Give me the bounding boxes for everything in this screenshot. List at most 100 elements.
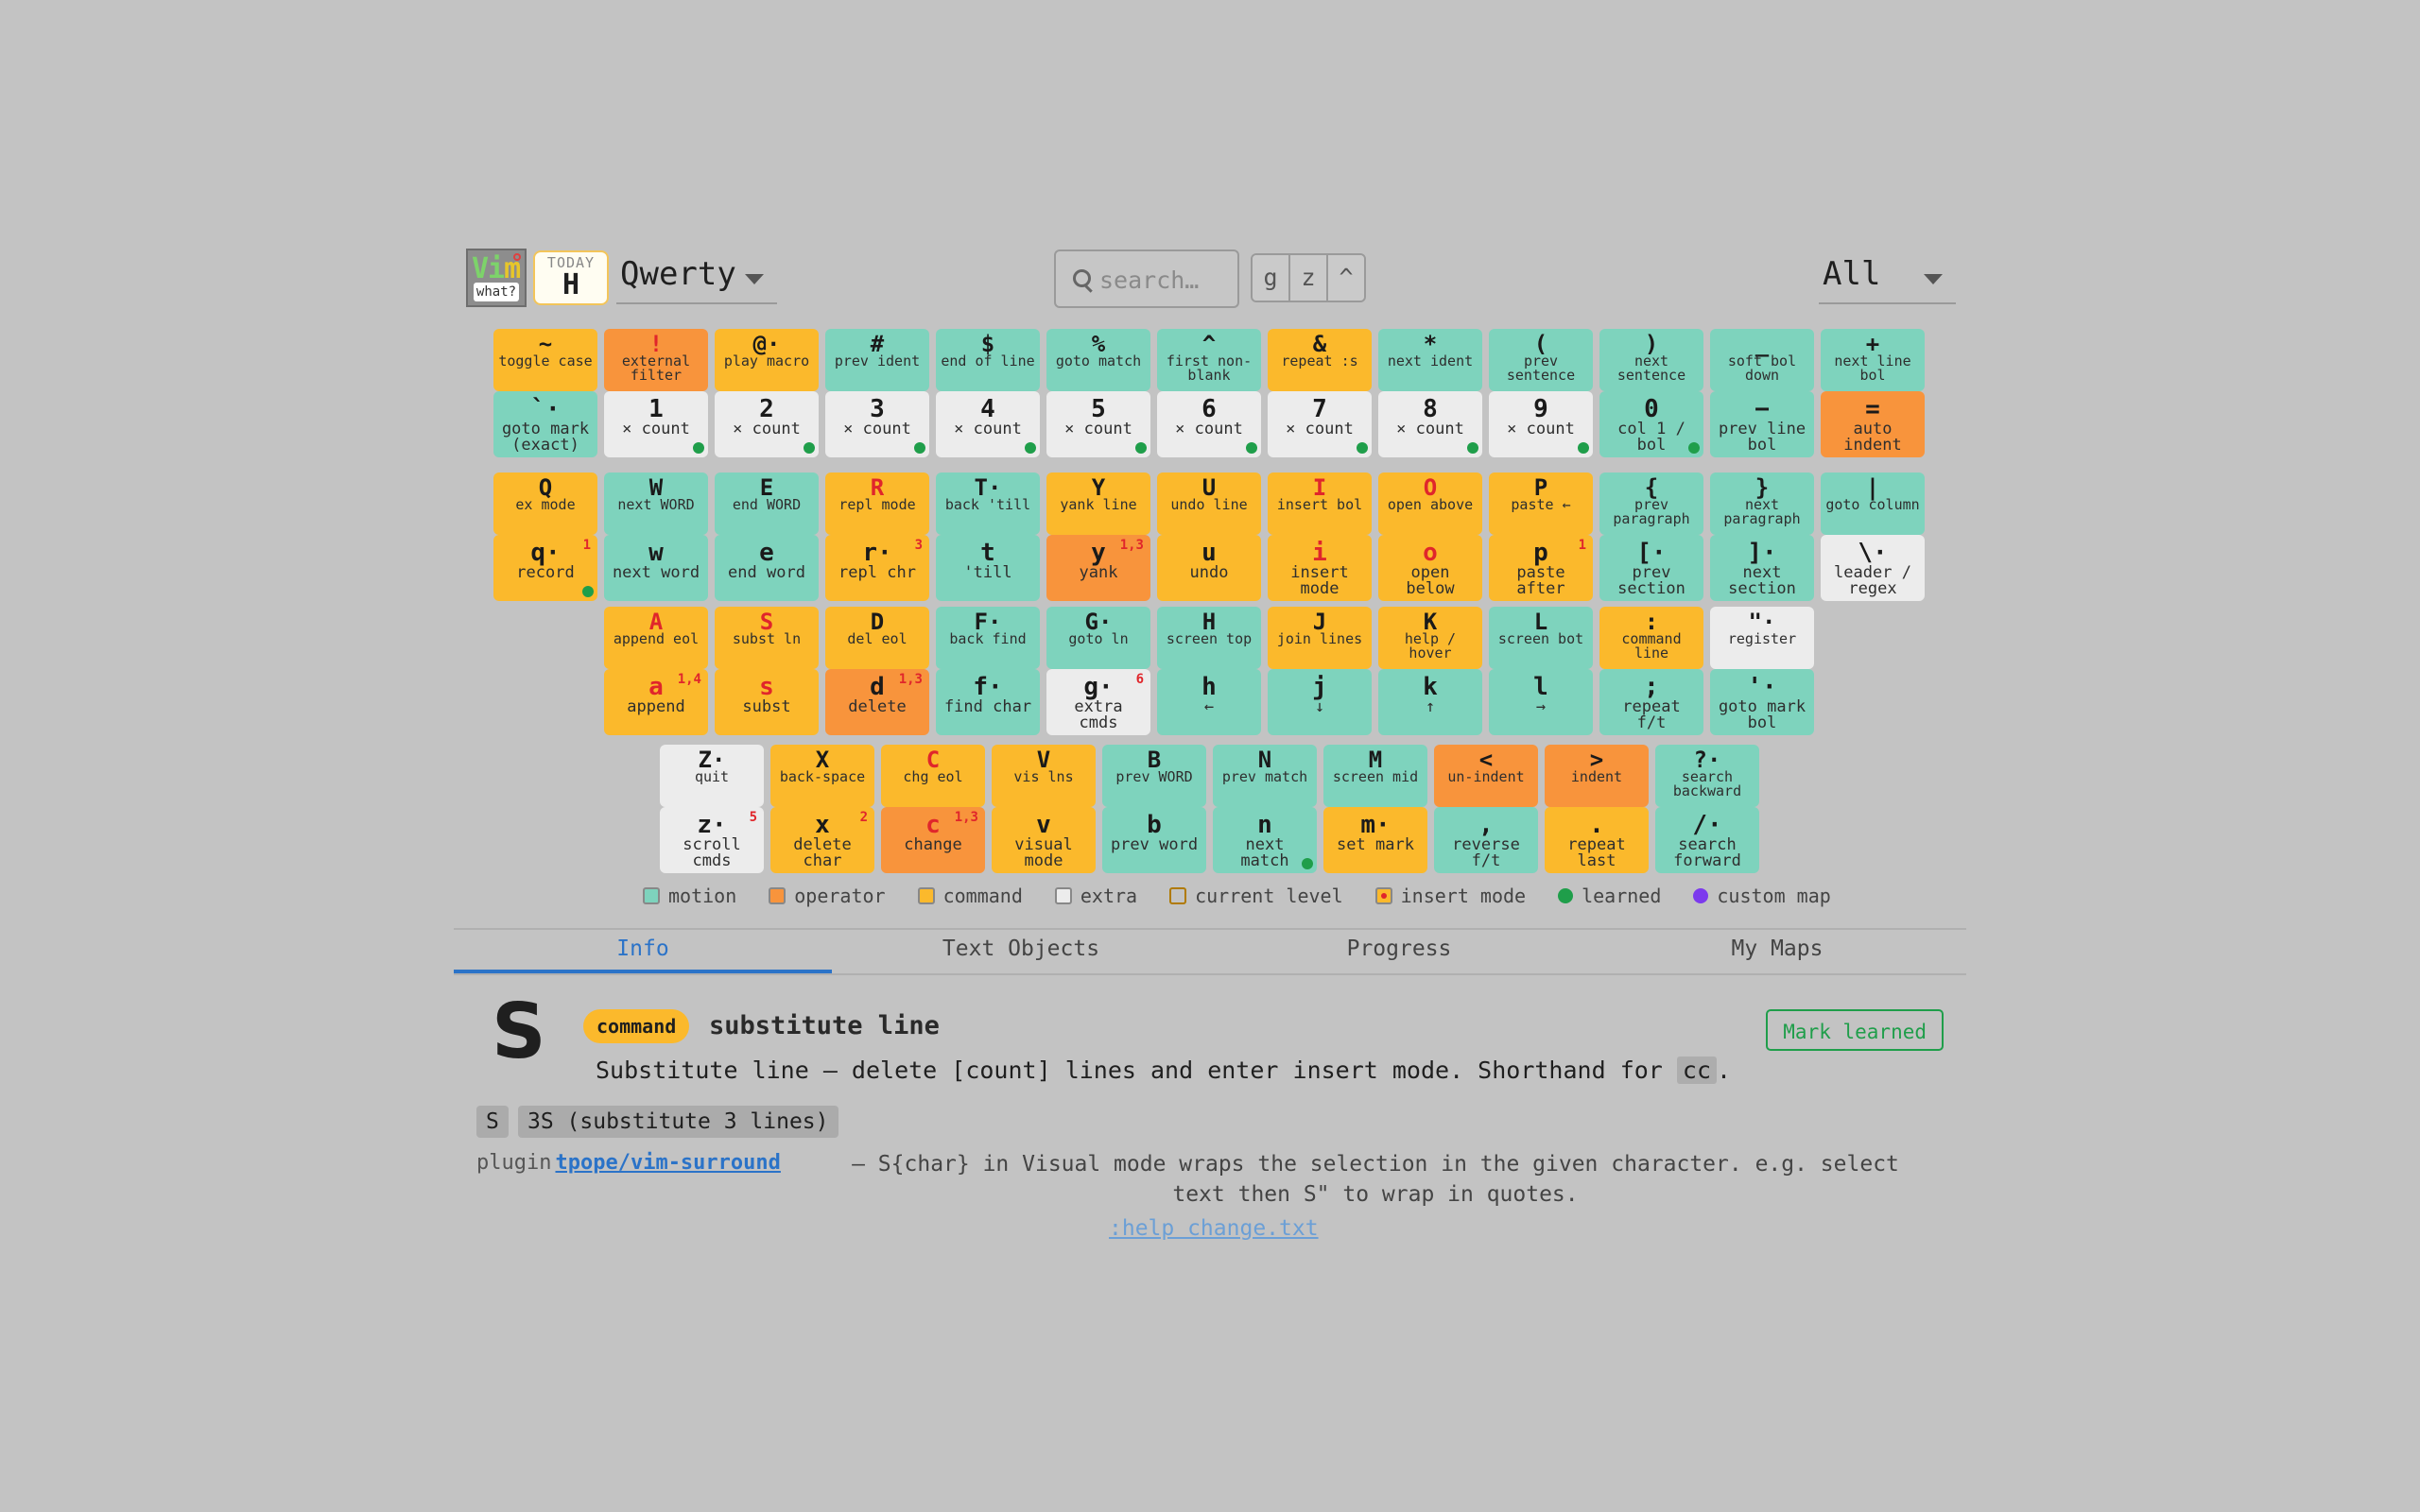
key-row1-shift-1[interactable]: ! external filter	[604, 329, 708, 391]
key-row1-1[interactable]: 1 × count	[604, 391, 708, 457]
tab-text-objects[interactable]: Text Objects	[832, 930, 1210, 973]
key-row4-6[interactable]: m· set mark	[1323, 807, 1427, 873]
key-row4-shift-8[interactable]: > indent	[1545, 745, 1649, 807]
key-row3-8[interactable]: l →	[1489, 669, 1593, 735]
search-box[interactable]	[1054, 249, 1239, 308]
key-row3-4[interactable]: g· extra cmds 6	[1046, 669, 1150, 735]
key-row1-4[interactable]: 4 × count	[936, 391, 1040, 457]
key-row1-shift-2[interactable]: @· play macro	[715, 329, 819, 391]
key-row1-shift-6[interactable]: ^ first non-blank	[1157, 329, 1261, 391]
tab-info[interactable]: Info	[454, 930, 832, 973]
key-row1-shift-5[interactable]: % goto match	[1046, 329, 1150, 391]
key-row3-9[interactable]: ; repeat f/t	[1599, 669, 1703, 735]
key-row2-shift-9[interactable]: Ppaste ←	[1489, 472, 1593, 535]
key-row1-shift-11[interactable]: _ soft bol down	[1710, 329, 1814, 391]
key-row4-shift-7[interactable]: < un-indent	[1434, 745, 1538, 807]
key-row3-0[interactable]: a append 1,4	[604, 669, 708, 735]
key-row4-2[interactable]: c change 1,3	[881, 807, 985, 873]
key-row3-7[interactable]: k ↑	[1378, 669, 1482, 735]
key-row2-12[interactable]: \· leader / regex	[1821, 535, 1925, 601]
key-row3-shift-0[interactable]: Aappend eol	[604, 607, 708, 669]
key-row3-6[interactable]: j ↓	[1268, 669, 1372, 735]
key-row1-shift-8[interactable]: * next ident	[1378, 329, 1482, 391]
key-row4-shift-4[interactable]: Bprev WORD	[1102, 745, 1206, 807]
key-row3-2[interactable]: d delete 1,3	[825, 669, 929, 735]
key-row4-3[interactable]: v visual mode	[992, 807, 1096, 873]
key-row2-shift-8[interactable]: Oopen above	[1378, 472, 1482, 535]
key-row4-shift-3[interactable]: Vvis lns	[992, 745, 1096, 807]
key-row1-5[interactable]: 5 × count	[1046, 391, 1150, 457]
key-row2-6[interactable]: u undo	[1157, 535, 1261, 601]
key-row3-5[interactable]: h ←	[1157, 669, 1261, 735]
key-row3-shift-7[interactable]: Khelp / hover	[1378, 607, 1482, 669]
key-row1-shift-12[interactable]: + next line bol	[1821, 329, 1925, 391]
key-row2-shift-2[interactable]: Eend WORD	[715, 472, 819, 535]
key-row2-3[interactable]: r· repl chr 3	[825, 535, 929, 601]
plugin-link[interactable]: tpope/vim-surround	[555, 1151, 780, 1175]
key-row2-4[interactable]: t'till	[936, 535, 1040, 601]
key-row2-10[interactable]: [· prev section	[1599, 535, 1703, 601]
key-row3-shift-1[interactable]: Ssubst ln	[715, 607, 819, 669]
key-row2-11[interactable]: ]· next section	[1710, 535, 1814, 601]
key-row2-9[interactable]: p paste after 1	[1489, 535, 1593, 601]
mode-button-ctrl[interactable]: ^	[1328, 255, 1364, 301]
key-row4-4[interactable]: b prev word	[1102, 807, 1206, 873]
key-row4-shift-0[interactable]: Z· quit	[660, 745, 764, 807]
key-row1-2[interactable]: 2 × count	[715, 391, 819, 457]
key-row4-shift-9[interactable]: ?· search backward	[1655, 745, 1759, 807]
key-row3-shift-4[interactable]: G· goto ln	[1046, 607, 1150, 669]
search-input[interactable]	[1098, 261, 1234, 299]
key-row1-shift-4[interactable]: $ end of line	[936, 329, 1040, 391]
key-row2-shift-4[interactable]: T· back 'till	[936, 472, 1040, 535]
key-row3-shift-10[interactable]: "· register	[1710, 607, 1814, 669]
key-row1-11[interactable]: − prev line bol	[1710, 391, 1814, 457]
key-row2-shift-3[interactable]: Rrepl mode	[825, 472, 929, 535]
key-row2-shift-12[interactable]: | goto column	[1821, 472, 1925, 535]
key-row3-1[interactable]: s subst	[715, 669, 819, 735]
mark-learned-button[interactable]: Mark learned	[1766, 1009, 1944, 1051]
key-row1-shift-10[interactable]: ) next sentence	[1599, 329, 1703, 391]
key-row1-shift-0[interactable]: ~ toggle case	[493, 329, 597, 391]
key-row1-7[interactable]: 7 × count	[1268, 391, 1372, 457]
vim-logo[interactable]: Vim what?	[466, 249, 527, 307]
key-row2-shift-0[interactable]: Qex mode	[493, 472, 597, 535]
key-row1-shift-3[interactable]: # prev ident	[825, 329, 929, 391]
key-row1-6[interactable]: 6 × count	[1157, 391, 1261, 457]
key-row2-shift-10[interactable]: {prev paragraph	[1599, 472, 1703, 535]
key-row1-3[interactable]: 3 × count	[825, 391, 929, 457]
key-row3-shift-9[interactable]: : command line	[1599, 607, 1703, 669]
key-row2-0[interactable]: q· record 1	[493, 535, 597, 601]
key-row1-shift-7[interactable]: & repeat :s	[1268, 329, 1372, 391]
key-row2-2[interactable]: e end word	[715, 535, 819, 601]
mode-button-g[interactable]: g	[1253, 255, 1290, 301]
key-row2-shift-5[interactable]: Yyank line	[1046, 472, 1150, 535]
today-key-card[interactable]: TODAY H	[533, 250, 609, 305]
mode-button-z[interactable]: z	[1290, 255, 1328, 301]
key-row4-shift-2[interactable]: Cchg eol	[881, 745, 985, 807]
tab-progress[interactable]: Progress	[1210, 930, 1588, 973]
key-row2-shift-11[interactable]: } next paragraph	[1710, 472, 1814, 535]
help-link[interactable]: :help change.txt	[1109, 1216, 1319, 1241]
key-row2-shift-1[interactable]: Wnext WORD	[604, 472, 708, 535]
key-row4-5[interactable]: n next match	[1213, 807, 1317, 873]
key-row3-10[interactable]: '· goto mark bol	[1710, 669, 1814, 735]
key-row3-3[interactable]: f· find char	[936, 669, 1040, 735]
key-row4-9[interactable]: /· search forward	[1655, 807, 1759, 873]
key-row4-shift-1[interactable]: Xback-space	[770, 745, 874, 807]
tab-my-maps[interactable]: My Maps	[1588, 930, 1966, 973]
key-row3-shift-8[interactable]: Lscreen bot	[1489, 607, 1593, 669]
key-row3-shift-6[interactable]: Jjoin lines	[1268, 607, 1372, 669]
key-row3-shift-3[interactable]: F· back find	[936, 607, 1040, 669]
filter-select[interactable]: All	[1819, 249, 1956, 304]
key-row2-7[interactable]: i insert mode	[1268, 535, 1372, 601]
key-row1-0[interactable]: `· goto mark (exact)	[493, 391, 597, 457]
key-row1-12[interactable]: = auto indent	[1821, 391, 1925, 457]
key-row4-shift-5[interactable]: Nprev match	[1213, 745, 1317, 807]
key-row1-10[interactable]: 0 col 1 / bol	[1599, 391, 1703, 457]
key-row1-8[interactable]: 8 × count	[1378, 391, 1482, 457]
key-row4-8[interactable]: . repeat last	[1545, 807, 1649, 873]
key-row3-shift-5[interactable]: Hscreen top	[1157, 607, 1261, 669]
key-row4-7[interactable]: , reverse f/t	[1434, 807, 1538, 873]
key-row1-9[interactable]: 9 × count	[1489, 391, 1593, 457]
key-row4-shift-6[interactable]: Mscreen mid	[1323, 745, 1427, 807]
